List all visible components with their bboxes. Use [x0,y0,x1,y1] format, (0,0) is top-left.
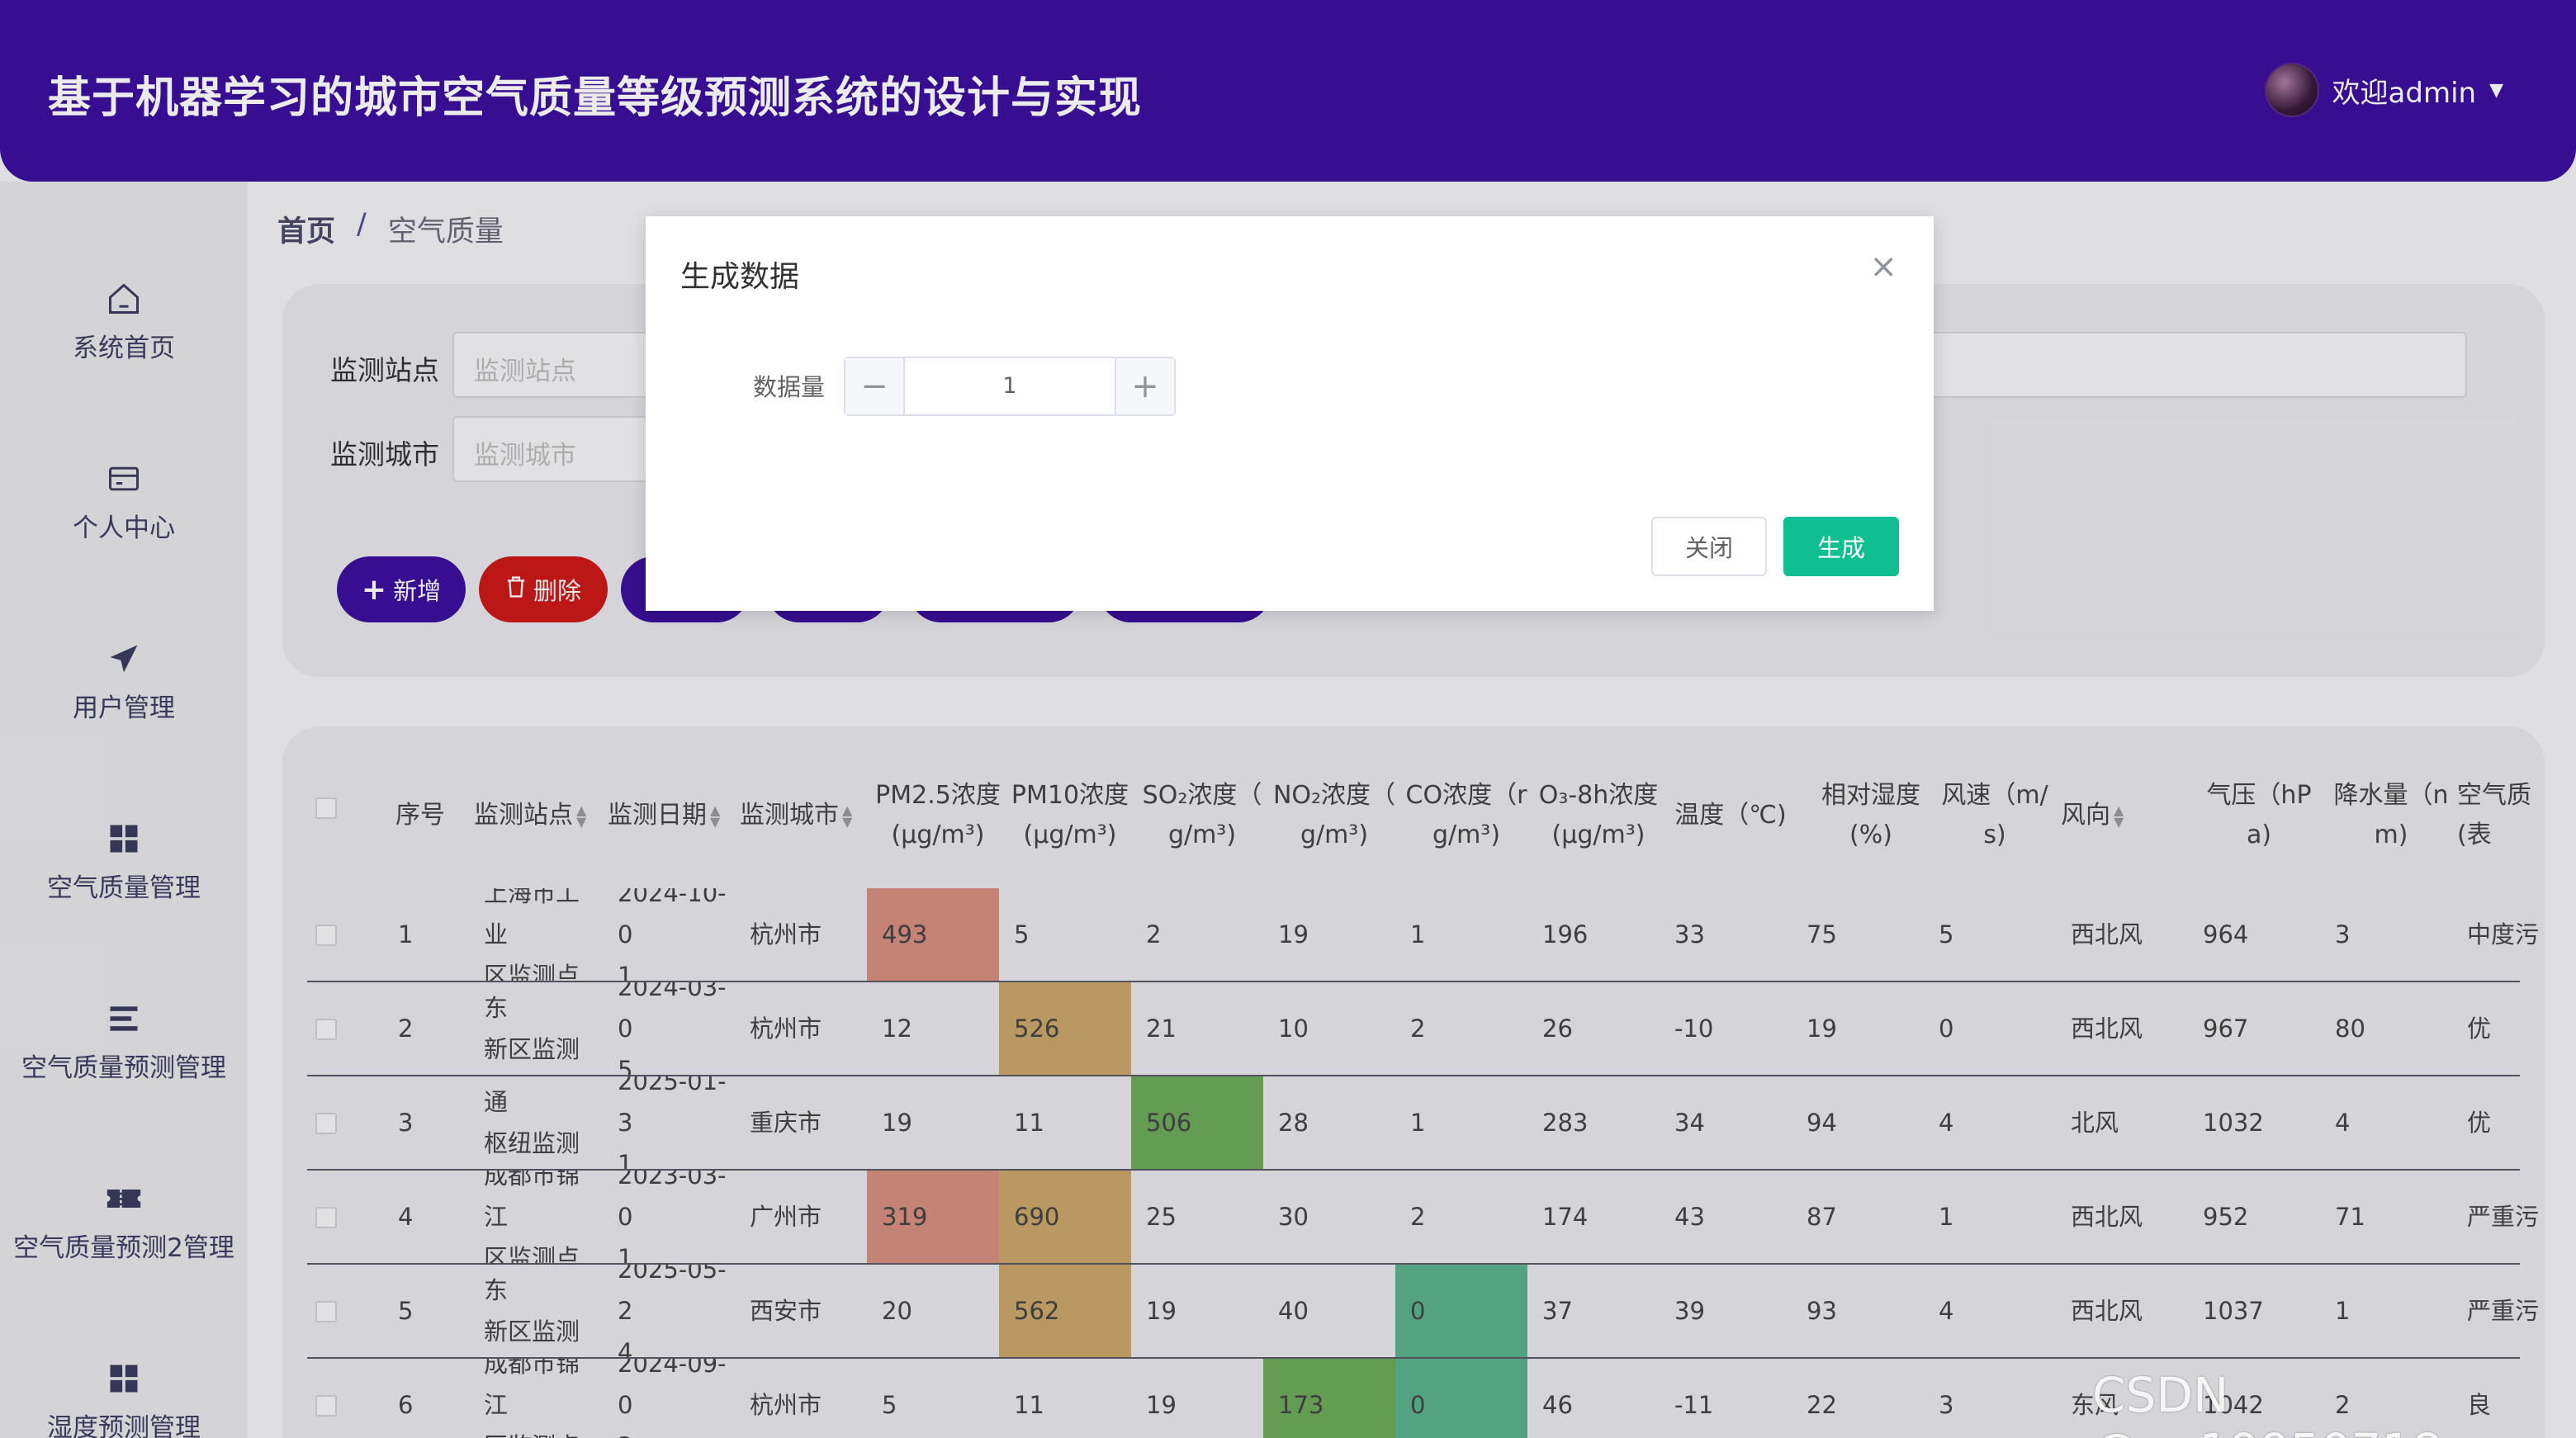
close-icon[interactable]: × [1869,248,1897,286]
minus-icon[interactable]: − [845,358,905,414]
quantity-label: 数据量 [753,373,826,401]
generate-button[interactable]: 生成 [1783,517,1899,576]
plus-icon[interactable]: + [1115,358,1174,414]
close-button[interactable]: 关闭 [1651,517,1767,576]
watermark: CSDN @xn19950718 [2092,1367,2442,1438]
quantity-input[interactable]: 1 [905,358,1115,414]
quantity-stepper: − 1 + [844,357,1176,416]
dialog-title: 生成数据 [680,260,800,294]
generate-data-dialog: 生成数据 × 数据量 − 1 + 关闭 生成 [646,216,1934,611]
